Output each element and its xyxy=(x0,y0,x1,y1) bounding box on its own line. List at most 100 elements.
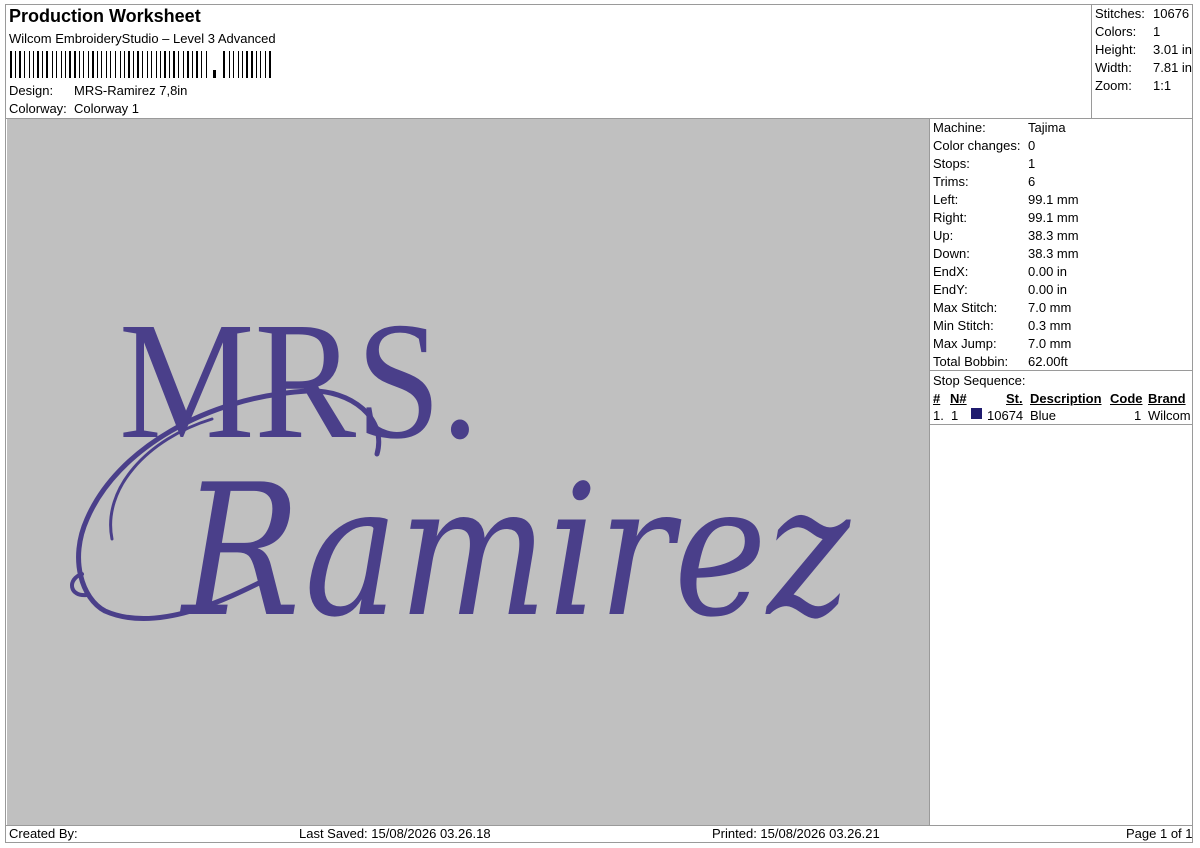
info-label-color-changes: Color changes: xyxy=(933,138,1021,153)
barcode-bar xyxy=(83,51,84,78)
barcode-bar xyxy=(65,51,66,78)
info-value-min-stitch: 0.3 mm xyxy=(1028,318,1072,333)
barcode-bar xyxy=(124,51,125,78)
col-header-num: # xyxy=(933,391,941,406)
info-label-endy: EndY: xyxy=(933,282,968,297)
info-label-right: Right: xyxy=(933,210,967,225)
colorway-label: Colorway: xyxy=(9,101,67,116)
summary-label-width: Width: xyxy=(1095,60,1132,75)
info-value-color-changes: 0 xyxy=(1028,138,1036,153)
barcode-bar xyxy=(223,51,225,78)
barcode-bar xyxy=(196,51,198,78)
barcode-bar xyxy=(69,51,71,78)
info-value-down: 38.3 mm xyxy=(1028,246,1079,261)
barcode-bar xyxy=(92,51,94,78)
barcode-bar xyxy=(183,51,184,78)
barcode-bar xyxy=(97,51,98,78)
barcode-bar xyxy=(173,51,175,78)
summary-value-stitches: 10676 xyxy=(1153,6,1190,21)
barcode-bar xyxy=(52,51,53,78)
barcode-bar xyxy=(192,51,193,78)
barcode-bar xyxy=(137,51,139,78)
row-stitches: 10674 xyxy=(987,408,1024,423)
stop-seq-divider-top xyxy=(930,370,1193,371)
barcode-bar xyxy=(269,51,271,78)
barcode-bar xyxy=(46,51,48,78)
row-code: 1 xyxy=(1134,408,1142,423)
info-label-max-jump: Max Jump: xyxy=(933,336,997,351)
info-value-max-jump: 7.0 mm xyxy=(1028,336,1072,351)
barcode-bar xyxy=(88,51,89,78)
info-value-stops: 1 xyxy=(1028,156,1036,171)
created-by: Created By: xyxy=(9,826,78,841)
barcode-bar xyxy=(246,51,248,78)
summary-label-zoom: Zoom: xyxy=(1095,78,1132,93)
barcode-bar xyxy=(101,51,102,78)
barcode-bar xyxy=(29,51,30,78)
printed-date: Printed: 15/08/2026 03.26.21 xyxy=(712,826,880,841)
barcode-bar xyxy=(233,51,234,78)
barcode-bar xyxy=(206,51,207,78)
barcode-bar xyxy=(201,51,202,78)
panel-divider xyxy=(929,118,930,825)
info-value-left: 99.1 mm xyxy=(1028,192,1079,207)
barcode-bar xyxy=(61,51,62,78)
barcode-bar xyxy=(56,51,57,78)
info-label-machine: Machine: xyxy=(933,120,986,135)
info-label-left: Left: xyxy=(933,192,959,207)
col-header-n: N# xyxy=(950,391,967,406)
info-label-trims: Trims: xyxy=(933,174,969,189)
barcode-bar xyxy=(160,51,161,78)
barcode-bar xyxy=(42,51,43,78)
embroidery-design: MRS. Ramirez xyxy=(70,288,851,657)
summary-value-colors: 1 xyxy=(1153,24,1161,39)
thread-color-swatch xyxy=(971,408,982,419)
design-value: MRS-Ramirez 7,8in xyxy=(74,83,188,98)
summary-value-width: 7.81 in xyxy=(1153,60,1193,75)
barcode-bar xyxy=(10,51,12,78)
colorway-value: Colorway 1 xyxy=(74,101,140,116)
barcode-bar xyxy=(110,51,111,78)
info-label-total-bobbin: Total Bobbin: xyxy=(933,354,1009,369)
barcode-bar xyxy=(142,51,143,78)
info-label-down: Down: xyxy=(933,246,970,261)
info-value-trims: 6 xyxy=(1028,174,1036,189)
barcode-bar xyxy=(242,51,243,78)
row-num: 1. xyxy=(933,408,944,423)
info-value-max-stitch: 7.0 mm xyxy=(1028,300,1072,315)
barcode-separator xyxy=(213,70,216,78)
design-line-ramirez: Ramirez xyxy=(179,445,851,657)
col-header-st: St. xyxy=(1006,391,1023,406)
barcode-bar xyxy=(256,51,257,78)
col-header-description: Description xyxy=(1030,391,1102,406)
footer-divider xyxy=(5,825,1193,826)
row-needle: 1 xyxy=(951,408,959,423)
barcode-bar xyxy=(19,51,21,78)
barcode-bar xyxy=(187,51,189,78)
barcode-bar xyxy=(15,51,16,78)
design-label: Design: xyxy=(9,83,54,98)
col-header-code: Code xyxy=(1110,391,1143,406)
summary-label-colors: Colors: xyxy=(1095,24,1137,39)
info-value-endy: 0.00 in xyxy=(1028,282,1068,297)
row-description: Blue xyxy=(1030,408,1057,423)
col-header-brand: Brand xyxy=(1148,391,1186,406)
design-preview: MRS. Ramirez xyxy=(7,119,929,825)
barcode-bar xyxy=(265,51,266,78)
page-number: Page 1 of 1 xyxy=(1126,826,1193,841)
stop-sequence-label: Stop Sequence: xyxy=(933,373,1026,388)
barcode-bar xyxy=(133,51,134,78)
barcode-bar xyxy=(151,51,152,78)
barcode-bar xyxy=(164,51,166,78)
info-value-up: 38.3 mm xyxy=(1028,228,1079,243)
info-label-up: Up: xyxy=(933,228,954,243)
barcode-bar xyxy=(79,51,80,78)
info-value-right: 99.1 mm xyxy=(1028,210,1079,225)
info-label-max-stitch: Max Stitch: xyxy=(933,300,998,315)
barcode-bar xyxy=(260,51,261,78)
barcode-bar xyxy=(156,51,157,78)
barcode-bar xyxy=(147,51,148,78)
barcode-bar xyxy=(229,51,230,78)
info-value-endx: 0.00 in xyxy=(1028,264,1068,279)
barcode-bar xyxy=(37,51,39,78)
